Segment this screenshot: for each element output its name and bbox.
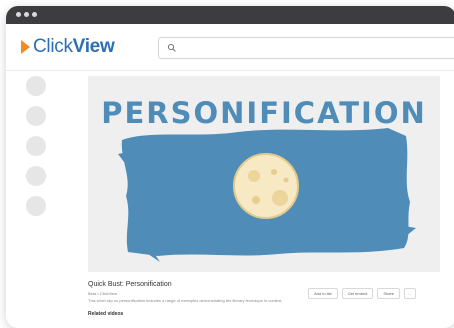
- sidebar: [26, 76, 48, 226]
- get-embed-button[interactable]: Get embed: [341, 288, 374, 299]
- search-bar[interactable]: [158, 37, 454, 59]
- search-icon: [167, 43, 176, 52]
- more-options-button[interactable]: …: [404, 288, 417, 299]
- title-bar: [6, 6, 454, 24]
- maximize-window-dot[interactable]: [32, 12, 37, 17]
- logo-text-click: Click: [33, 36, 73, 57]
- app-header: Click View: [6, 24, 454, 71]
- sidebar-item[interactable]: [26, 76, 46, 96]
- sidebar-item[interactable]: [26, 196, 46, 216]
- sidebar-item[interactable]: [26, 166, 46, 186]
- share-button[interactable]: Share: [377, 288, 401, 299]
- video-actions: Add to list Get embed Share …: [308, 288, 417, 299]
- related-videos-heading: Related videos: [88, 311, 124, 317]
- close-window-dot[interactable]: [16, 12, 21, 17]
- browser-window: Click View PERSONIFICATION Quick Bust: P…: [6, 6, 454, 328]
- video-title: Quick Bust: Personification: [88, 281, 172, 288]
- sidebar-item[interactable]: [26, 136, 46, 156]
- logo-play-icon: [21, 40, 30, 54]
- thumbnail-title: PERSONIFICATION: [101, 96, 427, 130]
- sidebar-item[interactable]: [26, 106, 46, 126]
- video-content: PERSONIFICATION Quick Bust: Personificat…: [88, 76, 448, 317]
- add-to-list-button[interactable]: Add to list: [308, 288, 338, 299]
- minimize-window-dot[interactable]: [24, 12, 29, 17]
- logo-text-view: View: [72, 36, 115, 57]
- video-thumbnail[interactable]: PERSONIFICATION: [88, 76, 440, 272]
- clickview-logo[interactable]: Click View: [21, 36, 115, 57]
